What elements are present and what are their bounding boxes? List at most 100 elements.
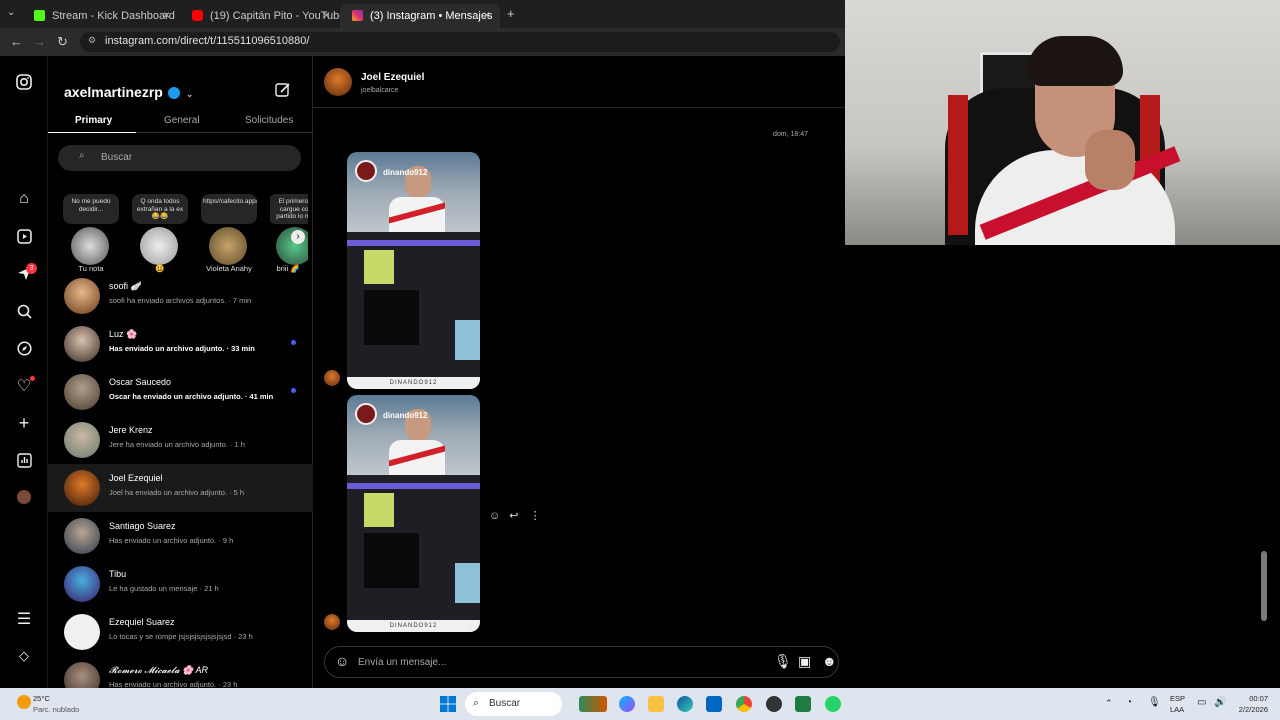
list-item[interactable]: Oscar Saucedo Oscar ha enviado un archiv… [48,368,313,416]
emoji-icon[interactable]: ☺ [335,653,349,669]
tab-primary[interactable]: Primary [75,115,112,126]
forward-icon[interactable]: → [33,34,46,49]
list-item[interactable]: Santiago Suarez Has enviado un archivo a… [48,512,313,560]
list-item[interactable]: 𝓡𝓸𝓶𝓮𝓻𝓸 𝓜𝓲𝓬𝓪𝓮𝓵𝓪 🌸 AR Has enviado un archi… [48,656,313,688]
taskbar-search[interactable]: ⌕ Buscar [465,692,562,716]
react-icon[interactable]: ☺ [489,510,500,522]
tab-requests[interactable]: Solicitudes [245,115,293,126]
close-tab-icon[interactable]: × [323,8,330,22]
list-item[interactable]: Jere Krenz Jere ha enviado un archivo ad… [48,416,313,464]
widgets-icon[interactable] [579,696,607,712]
list-item[interactable]: Tibu Le ha gustado un mensaje · 21 h [48,560,313,608]
list-item[interactable]: soofi 🪽 soofi ha enviado archivos adjunt… [48,272,313,320]
menu-icon[interactable]: ☰ [15,610,33,628]
instagram-icon[interactable] [15,73,33,91]
dashboard-icon[interactable] [15,451,33,469]
chrome-icon[interactable] [736,696,752,712]
sticker-icon[interactable]: ☻ [822,653,837,669]
url-input[interactable]: ⚙ instagram.com/direct/t/115511096510880… [80,32,840,52]
whatsapp-icon[interactable] [825,696,841,712]
reply-icon[interactable]: ↩ [509,510,518,522]
chevron-right-icon[interactable]: › [291,230,305,244]
instagram-tab-icon [352,10,363,21]
chat-contact-name[interactable]: Joel Ezequiel [361,72,424,83]
apps-icon[interactable]: ◇ [15,647,33,665]
conversation-name: Tibu [109,569,127,579]
new-tab-icon[interactable]: + [507,6,515,21]
channel-logo-icon [355,160,377,182]
search-input[interactable]: ⌕ Buscar [58,145,301,171]
tray-icon[interactable]: ◔ [1126,697,1132,708]
list-item[interactable]: Joel Ezequiel Joel ha enviado un archivo… [48,464,313,512]
list-item[interactable]: Luz 🌸 Has enviado un archivo adjunto. · … [48,320,313,368]
create-icon[interactable]: + [15,413,33,433]
avatar [324,614,340,630]
channel-logo-icon [355,403,377,425]
microphone-icon[interactable]: 🎙 [774,653,792,670]
conversation-preview: soofi ha enviado archivos adjuntos. · 7 … [109,296,252,305]
avatar[interactable] [324,68,352,96]
excel-icon[interactable] [795,696,811,712]
home-icon[interactable]: ⌂ [15,190,33,208]
avatar [64,326,100,362]
reload-icon[interactable]: ↻ [57,34,68,50]
tab-list-icon[interactable]: ⌄ [7,7,15,18]
clock-date[interactable]: 2/2/2026 [1226,705,1268,714]
conversation-preview: Lo tocas y se rompe jsjsjsjsjsjsjsjsjsd … [109,632,253,641]
close-tab-icon[interactable]: × [483,8,490,22]
reels-icon[interactable] [15,227,33,245]
profile-avatar-icon[interactable] [17,490,31,504]
scrollbar[interactable] [1261,551,1267,621]
note-bubble: El primero q cargue con partido lo m... [270,194,308,224]
note-item[interactable]: https//cafecito.app/anahicafec/post/... … [201,190,257,276]
windows-start-icon[interactable] [440,696,456,712]
chevron-down-icon: ⌄ [185,89,194,99]
tab-kick[interactable]: Stream - Kick Dashboard × [22,4,180,28]
note-item[interactable]: No me puedo decidir... Tu nota [63,190,119,276]
back-icon[interactable]: ← [10,34,23,49]
tab-youtube[interactable]: (19) Capitán Pito - YouTube × [180,4,345,28]
close-tab-icon[interactable]: × [163,8,170,22]
list-item[interactable]: Ezequiel Suarez Lo tocas y se rompe jsjs… [48,608,313,656]
clock-time[interactable]: 00:07 [1234,694,1268,703]
streamer [1085,130,1135,190]
conversation-preview: Jere ha enviado un archivo adjunto. · 1 … [109,440,245,449]
chevron-up-icon[interactable]: ⌃ [1105,698,1113,709]
file-explorer-icon[interactable] [648,696,664,712]
conversation-name: Joel Ezequiel [109,473,163,483]
language-indicator[interactable]: ESP [1170,694,1185,703]
conversation-preview: Joel ha enviado un archivo adjunto. · 5 … [109,488,245,497]
chat-contact-username: joelbalcarce [361,87,399,94]
message-input[interactable]: ☺ Envía un mensaje... 🎙 ▣ ☻ [324,646,839,678]
note-bubble: https//cafecito.app/anahicafec/post/... [201,194,257,224]
note-item[interactable]: Q onda todos extrañan a la ex 😂😂 😃 [132,190,188,276]
store-icon[interactable] [706,696,722,712]
shared-media-message[interactable]: dinando912 DINANDO912 [347,152,480,389]
unread-dot [291,340,296,345]
explore-icon[interactable] [15,339,33,357]
volume-icon[interactable]: 🔊 [1214,697,1226,708]
conversation-preview: Has enviado un archivo adjunto. · 9 h [109,536,234,545]
shared-media-message[interactable]: dinando912 DINANDO912 [347,395,480,632]
chat-header[interactable]: Joel Ezequiel joelbalcarce [313,56,845,108]
site-info-icon[interactable]: ⚙ [88,35,96,46]
tab-instagram[interactable]: (3) Instagram • Mensajes × [340,4,500,28]
account-switcher[interactable]: axelmartinezrp ⌄ [64,84,193,100]
search-icon[interactable] [15,302,33,320]
network-icon[interactable]: ▭ [1197,697,1206,708]
address-bar-row: ← → ↻ ⚙ instagram.com/direct/t/115511096… [0,28,845,56]
conversation-preview: Le ha gustado un mensaje · 21 h [109,584,219,593]
weather-icon[interactable] [17,695,31,709]
browser-tab-bar: ⌄ Stream - Kick Dashboard × (19) Capitán… [0,0,845,28]
microphone-icon[interactable]: 🎙 [1148,697,1161,708]
tab-general[interactable]: General [164,115,200,126]
keyboard-layout: LAA [1170,705,1185,714]
new-message-icon[interactable] [275,82,291,103]
taskbar-search-label: Buscar [489,698,521,709]
obs-icon[interactable] [766,696,782,712]
image-icon[interactable]: ▣ [798,653,811,670]
edge-icon[interactable] [677,696,693,712]
more-icon[interactable]: ⋮ [530,510,541,522]
conversation-name: Luz 🌸 [109,329,138,339]
copilot-icon[interactable] [619,696,635,712]
